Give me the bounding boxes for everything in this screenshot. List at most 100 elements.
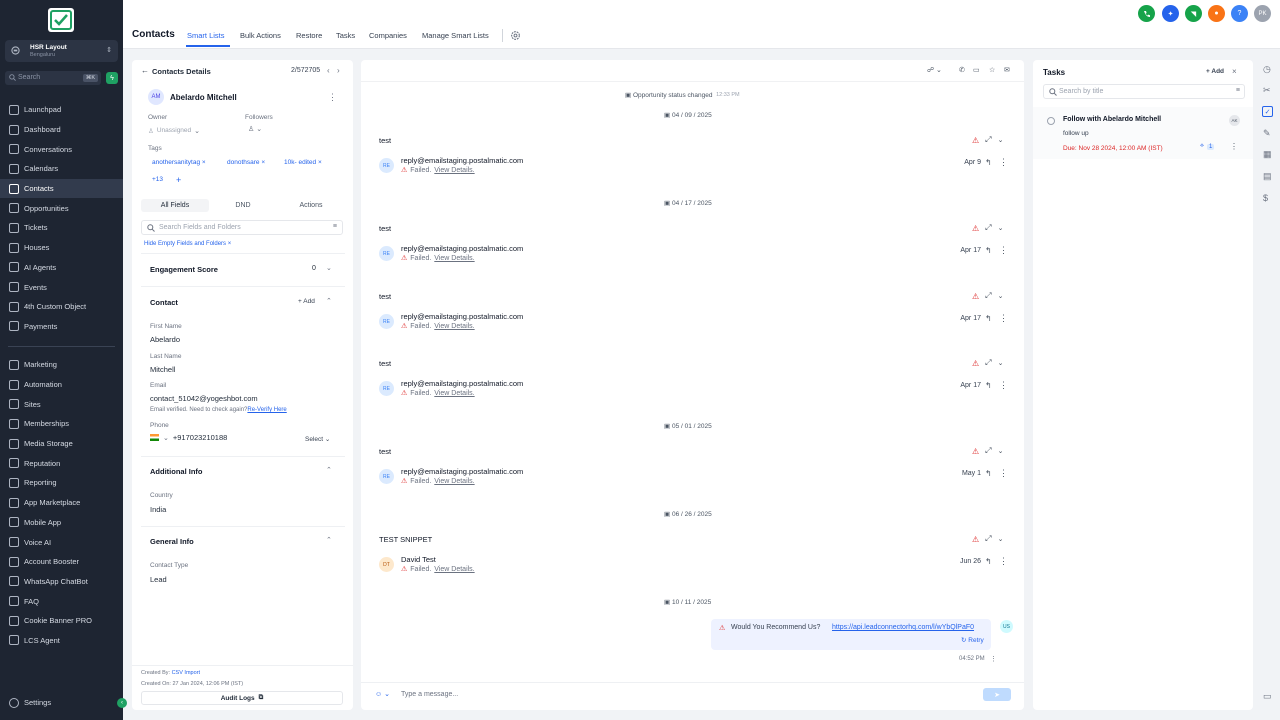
- sidebar-item-whatsapp-chatbot[interactable]: WhatsApp ChatBot: [0, 572, 123, 592]
- call-icon[interactable]: ✆: [959, 66, 965, 74]
- view-details-link[interactable]: View Details.: [434, 167, 474, 174]
- chevron-up-icon[interactable]: ⌃: [326, 466, 332, 474]
- view-details-link[interactable]: View Details.: [434, 566, 474, 573]
- chevron-up-icon[interactable]: ⌃: [326, 536, 332, 544]
- view-details-link[interactable]: View Details.: [434, 323, 474, 330]
- pencil-icon[interactable]: ✎: [1263, 128, 1271, 139]
- sidebar-item-media-storage[interactable]: Media Storage: [0, 434, 123, 454]
- expand-icon[interactable]: ⤢: [985, 135, 991, 145]
- send-button[interactable]: ➤: [983, 688, 1011, 701]
- sidebar-item-contacts[interactable]: Contacts: [0, 178, 123, 199]
- reply-icon[interactable]: ↰: [985, 469, 992, 478]
- sidebar-item-4th-custom-object[interactable]: 4th Custom Object: [0, 297, 123, 317]
- add-tag-button[interactable]: +: [176, 174, 181, 185]
- chevron-down-icon[interactable]: ⌄: [998, 224, 1004, 232]
- reply-icon[interactable]: ↰: [985, 557, 992, 566]
- phone-value[interactable]: +917023210188: [173, 433, 227, 442]
- reply-icon[interactable]: ↰: [985, 246, 992, 255]
- chevron-down-icon[interactable]: ⌄: [998, 292, 1004, 300]
- magic-icon[interactable]: ✦: [1162, 5, 1179, 22]
- tag-chip[interactable]: 10k- edited ×: [284, 157, 322, 168]
- sidebar-item-account-booster[interactable]: Account Booster: [0, 552, 123, 572]
- tab-smart-lists[interactable]: Smart Lists: [187, 31, 225, 40]
- sidebar-item-conversations[interactable]: Conversations: [0, 139, 123, 159]
- calendar-icon[interactable]: ▦: [1263, 149, 1272, 160]
- sidebar-item-voice-ai[interactable]: Voice AI: [0, 532, 123, 552]
- chevron-up-icon[interactable]: ⌃: [326, 297, 332, 305]
- chevron-down-icon[interactable]: ⌄: [998, 447, 1004, 455]
- more-icon[interactable]: ⋮: [990, 655, 997, 663]
- message-type-icon[interactable]: ☺ ⌄: [375, 690, 390, 698]
- close-icon[interactable]: ×: [318, 159, 322, 166]
- sidebar-item-mobile-app[interactable]: Mobile App: [0, 513, 123, 533]
- expand-icon[interactable]: ⤢: [985, 534, 991, 544]
- back-arrow-icon[interactable]: ←: [141, 66, 149, 75]
- gear-icon[interactable]: [510, 30, 521, 41]
- channel-select-icon[interactable]: ☍ ⌄: [927, 66, 942, 74]
- tag-chip[interactable]: anothersanitytag ×: [152, 157, 206, 168]
- sidebar-item-memberships[interactable]: Memberships: [0, 414, 123, 434]
- bell-icon[interactable]: ●: [1208, 5, 1225, 22]
- message-more-icon[interactable]: ⋮: [999, 313, 1008, 324]
- message-more-icon[interactable]: ⋮: [999, 245, 1008, 256]
- app-logo[interactable]: [48, 8, 74, 32]
- tab-tasks[interactable]: Tasks: [336, 31, 355, 40]
- owner-select[interactable]: ♙ Unassigned ⌄: [148, 125, 200, 136]
- megaphone-icon[interactable]: ◥: [1185, 5, 1202, 22]
- view-details-link[interactable]: View Details.: [434, 390, 474, 397]
- field-search-input[interactable]: Search Fields and Folders ≡: [141, 220, 343, 235]
- expand-icon[interactable]: ⤢: [985, 223, 991, 233]
- audit-logs-button[interactable]: Audit Logs ⧉: [141, 691, 343, 705]
- sidebar-item-opportunities[interactable]: Opportunities: [0, 198, 123, 218]
- add-field-button[interactable]: + Add: [298, 298, 315, 305]
- subtab-dnd[interactable]: DND: [209, 199, 277, 212]
- india-flag-icon[interactable]: [150, 434, 159, 441]
- message-more-icon[interactable]: ⋮: [999, 468, 1008, 479]
- view-details-link[interactable]: View Details.: [434, 478, 474, 485]
- last-name-value[interactable]: Mitchell: [150, 365, 175, 374]
- subtab-actions[interactable]: Actions: [277, 199, 345, 212]
- hide-empty-toggle[interactable]: Hide Empty Fields and Folders ×: [144, 241, 231, 247]
- sidebar-item-ai-agents[interactable]: AI Agents: [0, 258, 123, 278]
- sidebar-item-settings[interactable]: Settings: [0, 693, 123, 713]
- sidebar-search[interactable]: Search ⌘K: [5, 71, 101, 85]
- chevron-down-icon[interactable]: ⌄: [998, 535, 1004, 543]
- chevron-down-icon[interactable]: ⌄: [326, 264, 332, 272]
- filter-icon[interactable]: ≡: [333, 223, 337, 230]
- sidebar-item-cookie-banner-pro[interactable]: Cookie Banner PRO: [0, 611, 123, 631]
- email-value[interactable]: contact_51042@yogeshbot.com: [150, 394, 258, 403]
- sidebar-item-app-marketplace[interactable]: App Marketplace: [0, 493, 123, 513]
- tab-bulk-actions[interactable]: Bulk Actions: [240, 31, 281, 40]
- chevron-down-icon[interactable]: ⌄: [998, 136, 1004, 144]
- star-icon[interactable]: ☆: [989, 66, 995, 74]
- mail-icon[interactable]: ✉: [1004, 66, 1010, 74]
- next-record-icon[interactable]: ›: [337, 66, 340, 75]
- view-details-link[interactable]: View Details.: [434, 255, 474, 262]
- outgoing-message[interactable]: ⚠ Would You Recommend Us? https://api.le…: [711, 619, 991, 650]
- collapse-sidebar-button[interactable]: ‹: [117, 698, 127, 708]
- location-switcher[interactable]: HSR Layout Bengaluru ⇕: [5, 40, 118, 62]
- task-checkbox[interactable]: [1047, 117, 1055, 125]
- message-more-icon[interactable]: ⋮: [999, 556, 1008, 567]
- sidebar-item-payments[interactable]: Payments: [0, 317, 123, 337]
- sidebar-item-automation[interactable]: Automation: [0, 375, 123, 395]
- user-avatar[interactable]: PK: [1254, 5, 1271, 22]
- dollar-icon[interactable]: $: [1263, 193, 1268, 203]
- task-more-icon[interactable]: ⋮: [1230, 142, 1238, 151]
- reverify-link[interactable]: Re-Verify Here: [247, 407, 286, 413]
- sidebar-item-launchpad[interactable]: Launchpad: [0, 100, 123, 120]
- reply-icon[interactable]: ↰: [985, 158, 992, 167]
- sidebar-item-events[interactable]: Events: [0, 277, 123, 297]
- task-search-input[interactable]: Search by title ≡: [1043, 84, 1245, 99]
- reply-icon[interactable]: ↰: [985, 381, 992, 390]
- sidebar-item-sites[interactable]: Sites: [0, 394, 123, 414]
- followers-select[interactable]: ♙ ⌄: [248, 125, 262, 133]
- folder-icon[interactable]: ▭: [973, 66, 980, 74]
- sidebar-item-reporting[interactable]: Reporting: [0, 473, 123, 493]
- sidebar-item-tickets[interactable]: Tickets: [0, 218, 123, 238]
- filter-icon[interactable]: ≡: [1236, 87, 1240, 94]
- sidebar-item-dashboard[interactable]: Dashboard: [0, 120, 123, 140]
- tab-manage-smart-lists[interactable]: Manage Smart Lists: [422, 31, 489, 40]
- created-by-value[interactable]: CSV Import: [172, 670, 200, 676]
- document-icon[interactable]: ▤: [1263, 171, 1272, 182]
